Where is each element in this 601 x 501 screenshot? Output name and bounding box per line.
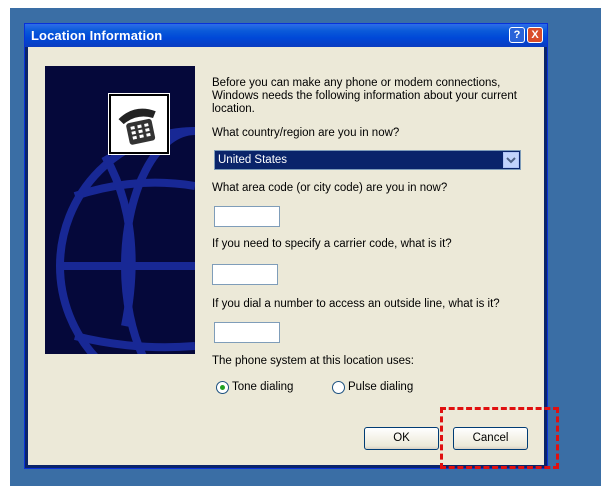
outside-line-field[interactable] <box>214 322 280 343</box>
country-select[interactable]: United States <box>214 150 521 170</box>
ok-button[interactable]: OK <box>364 427 439 450</box>
country-label: What country/region are you in now? <box>212 127 400 139</box>
phone-icon <box>108 93 170 155</box>
carrier-code-label: If you need to specify a carrier code, w… <box>212 238 452 250</box>
area-code-label: What area code (or city code) are you in… <box>212 182 448 194</box>
phone-system-label: The phone system at this location uses: <box>212 355 414 367</box>
intro-text: Before you can make any phone or modem c… <box>212 77 517 115</box>
pulse-dialing-label[interactable]: Pulse dialing <box>348 381 413 394</box>
radio-selected-dot <box>220 385 225 390</box>
globe-art <box>45 66 195 354</box>
chevron-down-icon[interactable] <box>503 152 519 168</box>
title-bar[interactable]: Location Information ? X <box>25 24 547 47</box>
country-select-value: United States <box>218 154 288 166</box>
help-icon[interactable]: ? <box>509 27 525 43</box>
outside-line-label: If you dial a number to access an outsid… <box>212 298 500 310</box>
cancel-highlight-box <box>440 407 559 469</box>
pulse-dialing-radio[interactable] <box>332 381 345 394</box>
dialog-body: Before you can make any phone or modem c… <box>28 47 544 465</box>
window-title: Location Information <box>31 28 163 43</box>
location-information-dialog: Location Information ? X Before you can … <box>24 23 548 469</box>
tone-dialing-label[interactable]: Tone dialing <box>232 381 293 394</box>
tone-dialing-radio[interactable] <box>216 381 229 394</box>
carrier-code-field[interactable] <box>212 264 278 285</box>
close-icon[interactable]: X <box>527 27 543 43</box>
area-code-field[interactable] <box>214 206 280 227</box>
